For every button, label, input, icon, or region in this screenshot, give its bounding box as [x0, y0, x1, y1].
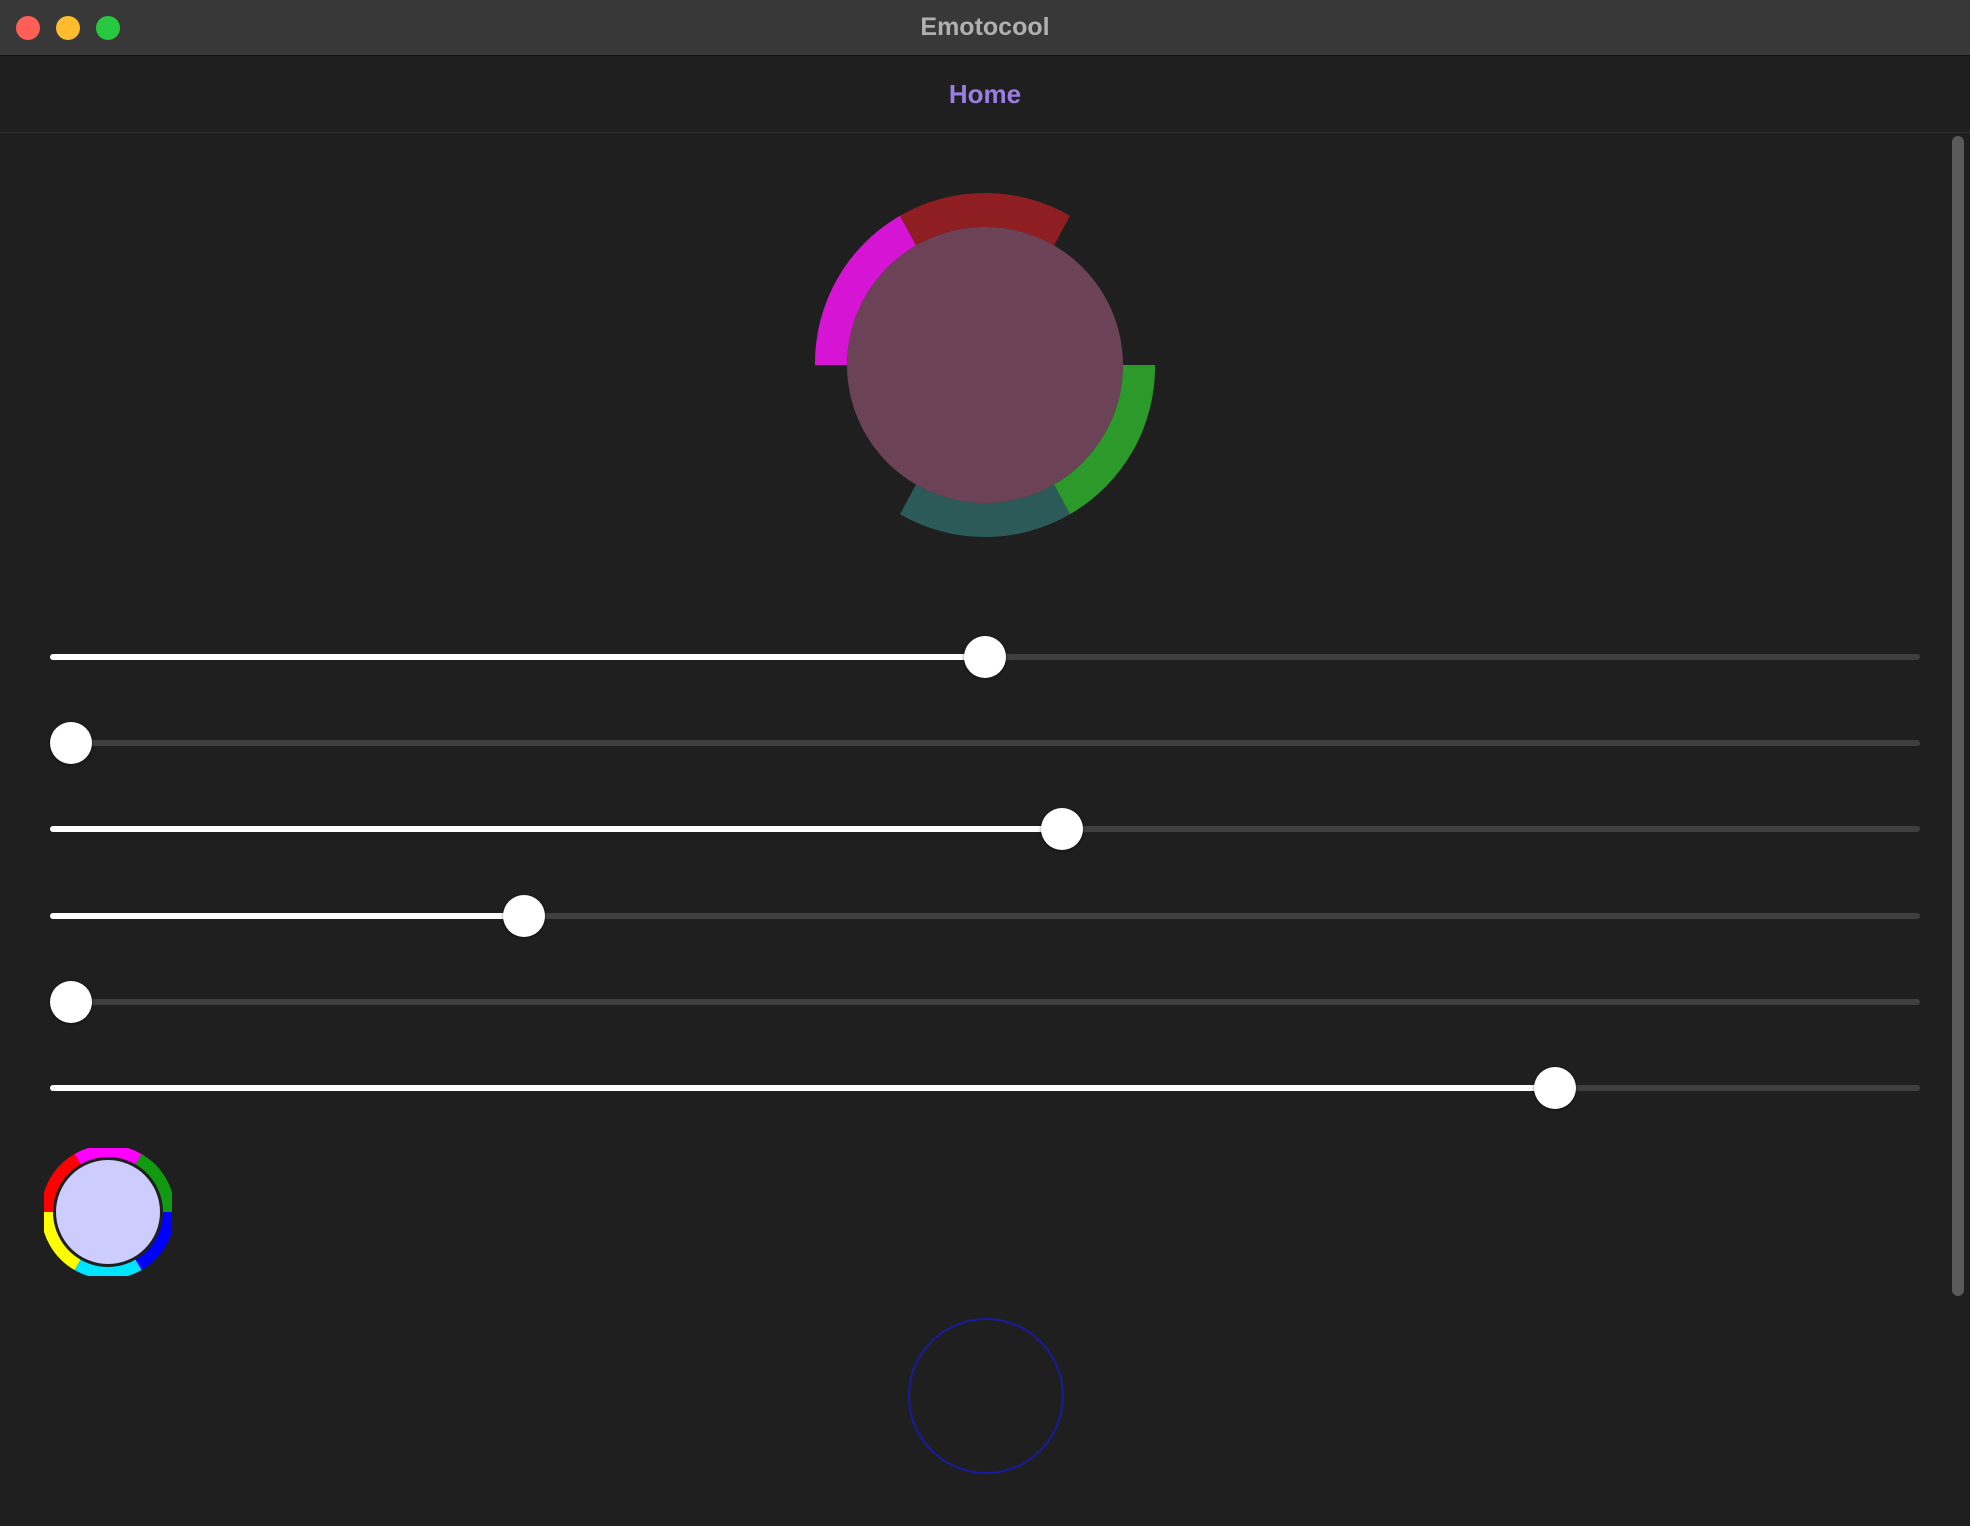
slider-6[interactable] [50, 1066, 1920, 1110]
slider-thumb[interactable] [1040, 808, 1083, 850]
slider-fill [50, 826, 1062, 832]
slider-track [50, 740, 1920, 746]
outline-circle [908, 1318, 1064, 1474]
slider-thumb[interactable] [503, 895, 546, 937]
vertical-scrollbar[interactable] [1952, 136, 1964, 1296]
slider-thumb[interactable] [50, 722, 92, 764]
title-bar: Emotocool [0, 0, 1970, 56]
slider-fill [50, 1085, 1556, 1091]
slider-thumb[interactable] [1534, 1067, 1577, 1109]
navigation-bar: Home [0, 56, 1970, 133]
emotion-visual [814, 193, 1156, 537]
slider-track [50, 999, 1920, 1005]
slider-5[interactable] [50, 980, 1920, 1024]
slider-2[interactable] [50, 721, 1920, 765]
slider-4[interactable] [50, 894, 1920, 938]
nav-title: Home [948, 79, 1022, 109]
slider-1[interactable] [50, 635, 1920, 679]
emotion-center-circle [847, 227, 1123, 503]
slider-thumb[interactable] [964, 636, 1006, 678]
app-window: Emotocool Home [0, 0, 1970, 1526]
color-wheel-icon[interactable] [44, 1148, 172, 1276]
slider-fill [50, 913, 525, 919]
window-title: Emotocool [920, 13, 1050, 41]
slider-3[interactable] [50, 807, 1920, 851]
slider-fill [50, 654, 985, 660]
slider-thumb[interactable] [50, 981, 92, 1023]
